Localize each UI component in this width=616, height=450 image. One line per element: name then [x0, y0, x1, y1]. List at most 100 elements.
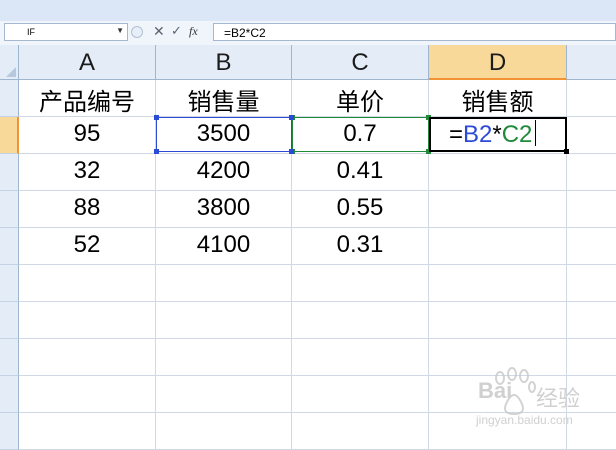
- cell-c8[interactable]: [292, 339, 429, 376]
- cell-b3[interactable]: 4200: [156, 154, 292, 191]
- watermark-brand-cn: 经验: [536, 386, 580, 411]
- cell-b9[interactable]: [156, 376, 292, 413]
- cell-a7[interactable]: [19, 302, 156, 339]
- cell-a6[interactable]: [19, 265, 156, 302]
- range-handle[interactable]: [289, 115, 294, 120]
- cell-value: 产品编号: [39, 89, 135, 116]
- cell-a10[interactable]: [19, 413, 156, 450]
- row-header-6[interactable]: [0, 265, 19, 302]
- baidu-watermark: Bai 经验 jingyan.baidu.com: [475, 367, 580, 427]
- select-all-button[interactable]: [0, 45, 19, 80]
- cell-value: 4100: [196, 231, 251, 258]
- cell-c7[interactable]: [292, 302, 429, 339]
- watermark-url: jingyan.baidu.com: [475, 413, 573, 427]
- row-header-1[interactable]: [0, 80, 19, 117]
- formula-bar: IF ▼ ✕ ✓ fx =B2*C2: [0, 21, 616, 46]
- insert-function-button[interactable]: fx: [189, 24, 198, 39]
- cell-value: 0.41: [336, 157, 384, 184]
- cell-value: 销售额: [461, 89, 534, 116]
- cell-d1[interactable]: 销售额: [429, 80, 567, 117]
- cell-value: 0.55: [336, 194, 384, 221]
- chevron-down-icon[interactable]: ▼: [116, 26, 124, 35]
- column-header-d[interactable]: D: [429, 45, 567, 80]
- formula-operator: *: [492, 121, 502, 148]
- cell-a9[interactable]: [19, 376, 156, 413]
- formula-equals: =: [449, 121, 464, 148]
- range-handle[interactable]: [154, 115, 159, 120]
- cell-a4[interactable]: 88: [19, 191, 156, 228]
- cell-c4[interactable]: 0.55: [292, 191, 429, 228]
- row-header-3[interactable]: [0, 154, 19, 191]
- cell-value: 单价: [336, 89, 384, 116]
- cell-b8[interactable]: [156, 339, 292, 376]
- cell-value: 88: [73, 194, 101, 221]
- text-cursor: [535, 120, 537, 146]
- column-header-a[interactable]: A: [19, 45, 156, 80]
- cell-value: 32: [73, 157, 101, 184]
- column-header-e[interactable]: [567, 45, 616, 80]
- formula-ref-b2: B2: [463, 121, 493, 148]
- formula-text: =B2*C2: [224, 26, 266, 40]
- row-header-10[interactable]: [0, 413, 19, 450]
- cell-a3[interactable]: 32: [19, 154, 156, 191]
- fill-handle[interactable]: [564, 149, 569, 154]
- formula-input[interactable]: =B2*C2: [213, 23, 616, 41]
- cell-b5[interactable]: 4100: [156, 228, 292, 265]
- cell-b1[interactable]: 销售量: [156, 80, 292, 117]
- select-all-icon: [6, 67, 16, 77]
- range-handle[interactable]: [154, 149, 159, 154]
- cancel-icon[interactable]: ✕: [153, 23, 165, 40]
- cell-d7[interactable]: [429, 302, 567, 339]
- cell-d4[interactable]: [429, 191, 567, 228]
- cell-d6[interactable]: [429, 265, 567, 302]
- cell-value: 52: [73, 231, 101, 258]
- reference-range-b2: [154, 115, 294, 154]
- row-header-8[interactable]: [0, 339, 19, 376]
- check-icon[interactable]: ✓: [171, 23, 182, 39]
- formula-buttons: ✕ ✓ fx: [131, 23, 209, 41]
- cell-value: 4200: [196, 157, 251, 184]
- cell-a8[interactable]: [19, 339, 156, 376]
- expand-handle-icon[interactable]: [131, 26, 143, 38]
- cell-b10[interactable]: [156, 413, 292, 450]
- column-header-b[interactable]: B: [156, 45, 292, 80]
- cell-b4[interactable]: 3800: [156, 191, 292, 228]
- column-header-c[interactable]: C: [292, 45, 429, 80]
- row-header-4[interactable]: [0, 191, 19, 228]
- formula-ref-c2: C2: [501, 121, 533, 148]
- row-header-5[interactable]: [0, 228, 19, 265]
- ribbon-edge: [0, 0, 616, 21]
- name-box[interactable]: IF ▼: [4, 23, 128, 41]
- cell-c10[interactable]: [292, 413, 429, 450]
- cell-d3[interactable]: [429, 154, 567, 191]
- row-header-2[interactable]: [0, 117, 19, 154]
- name-box-value: IF: [27, 27, 35, 37]
- range-handle[interactable]: [289, 149, 294, 154]
- cell-c6[interactable]: [292, 265, 429, 302]
- cell-a2[interactable]: 95: [19, 117, 156, 154]
- row-header-7[interactable]: [0, 302, 19, 339]
- cell-a5[interactable]: 52: [19, 228, 156, 265]
- cell-e4[interactable]: [567, 191, 616, 228]
- cell-value: 95: [73, 120, 101, 147]
- row-header-9[interactable]: [0, 376, 19, 413]
- cell-e6[interactable]: [567, 265, 616, 302]
- cell-e2[interactable]: [567, 117, 616, 154]
- cell-c9[interactable]: [292, 376, 429, 413]
- cell-b6[interactable]: [156, 265, 292, 302]
- cell-b7[interactable]: [156, 302, 292, 339]
- cell-formula-editor[interactable]: =B2*C2: [449, 119, 537, 150]
- cell-d5[interactable]: [429, 228, 567, 265]
- cell-c5[interactable]: 0.31: [292, 228, 429, 265]
- active-cell-d2[interactable]: =B2*C2: [429, 117, 569, 154]
- cell-e5[interactable]: [567, 228, 616, 265]
- cell-e3[interactable]: [567, 154, 616, 191]
- cell-c1[interactable]: 单价: [292, 80, 429, 117]
- cell-c3[interactable]: 0.41: [292, 154, 429, 191]
- cell-e7[interactable]: [567, 302, 616, 339]
- reference-range-c2: [290, 115, 431, 154]
- watermark-brand: Bai: [478, 378, 512, 403]
- cell-e1[interactable]: [567, 80, 616, 117]
- cell-value: 销售量: [187, 89, 260, 116]
- cell-a1[interactable]: 产品编号: [19, 80, 156, 117]
